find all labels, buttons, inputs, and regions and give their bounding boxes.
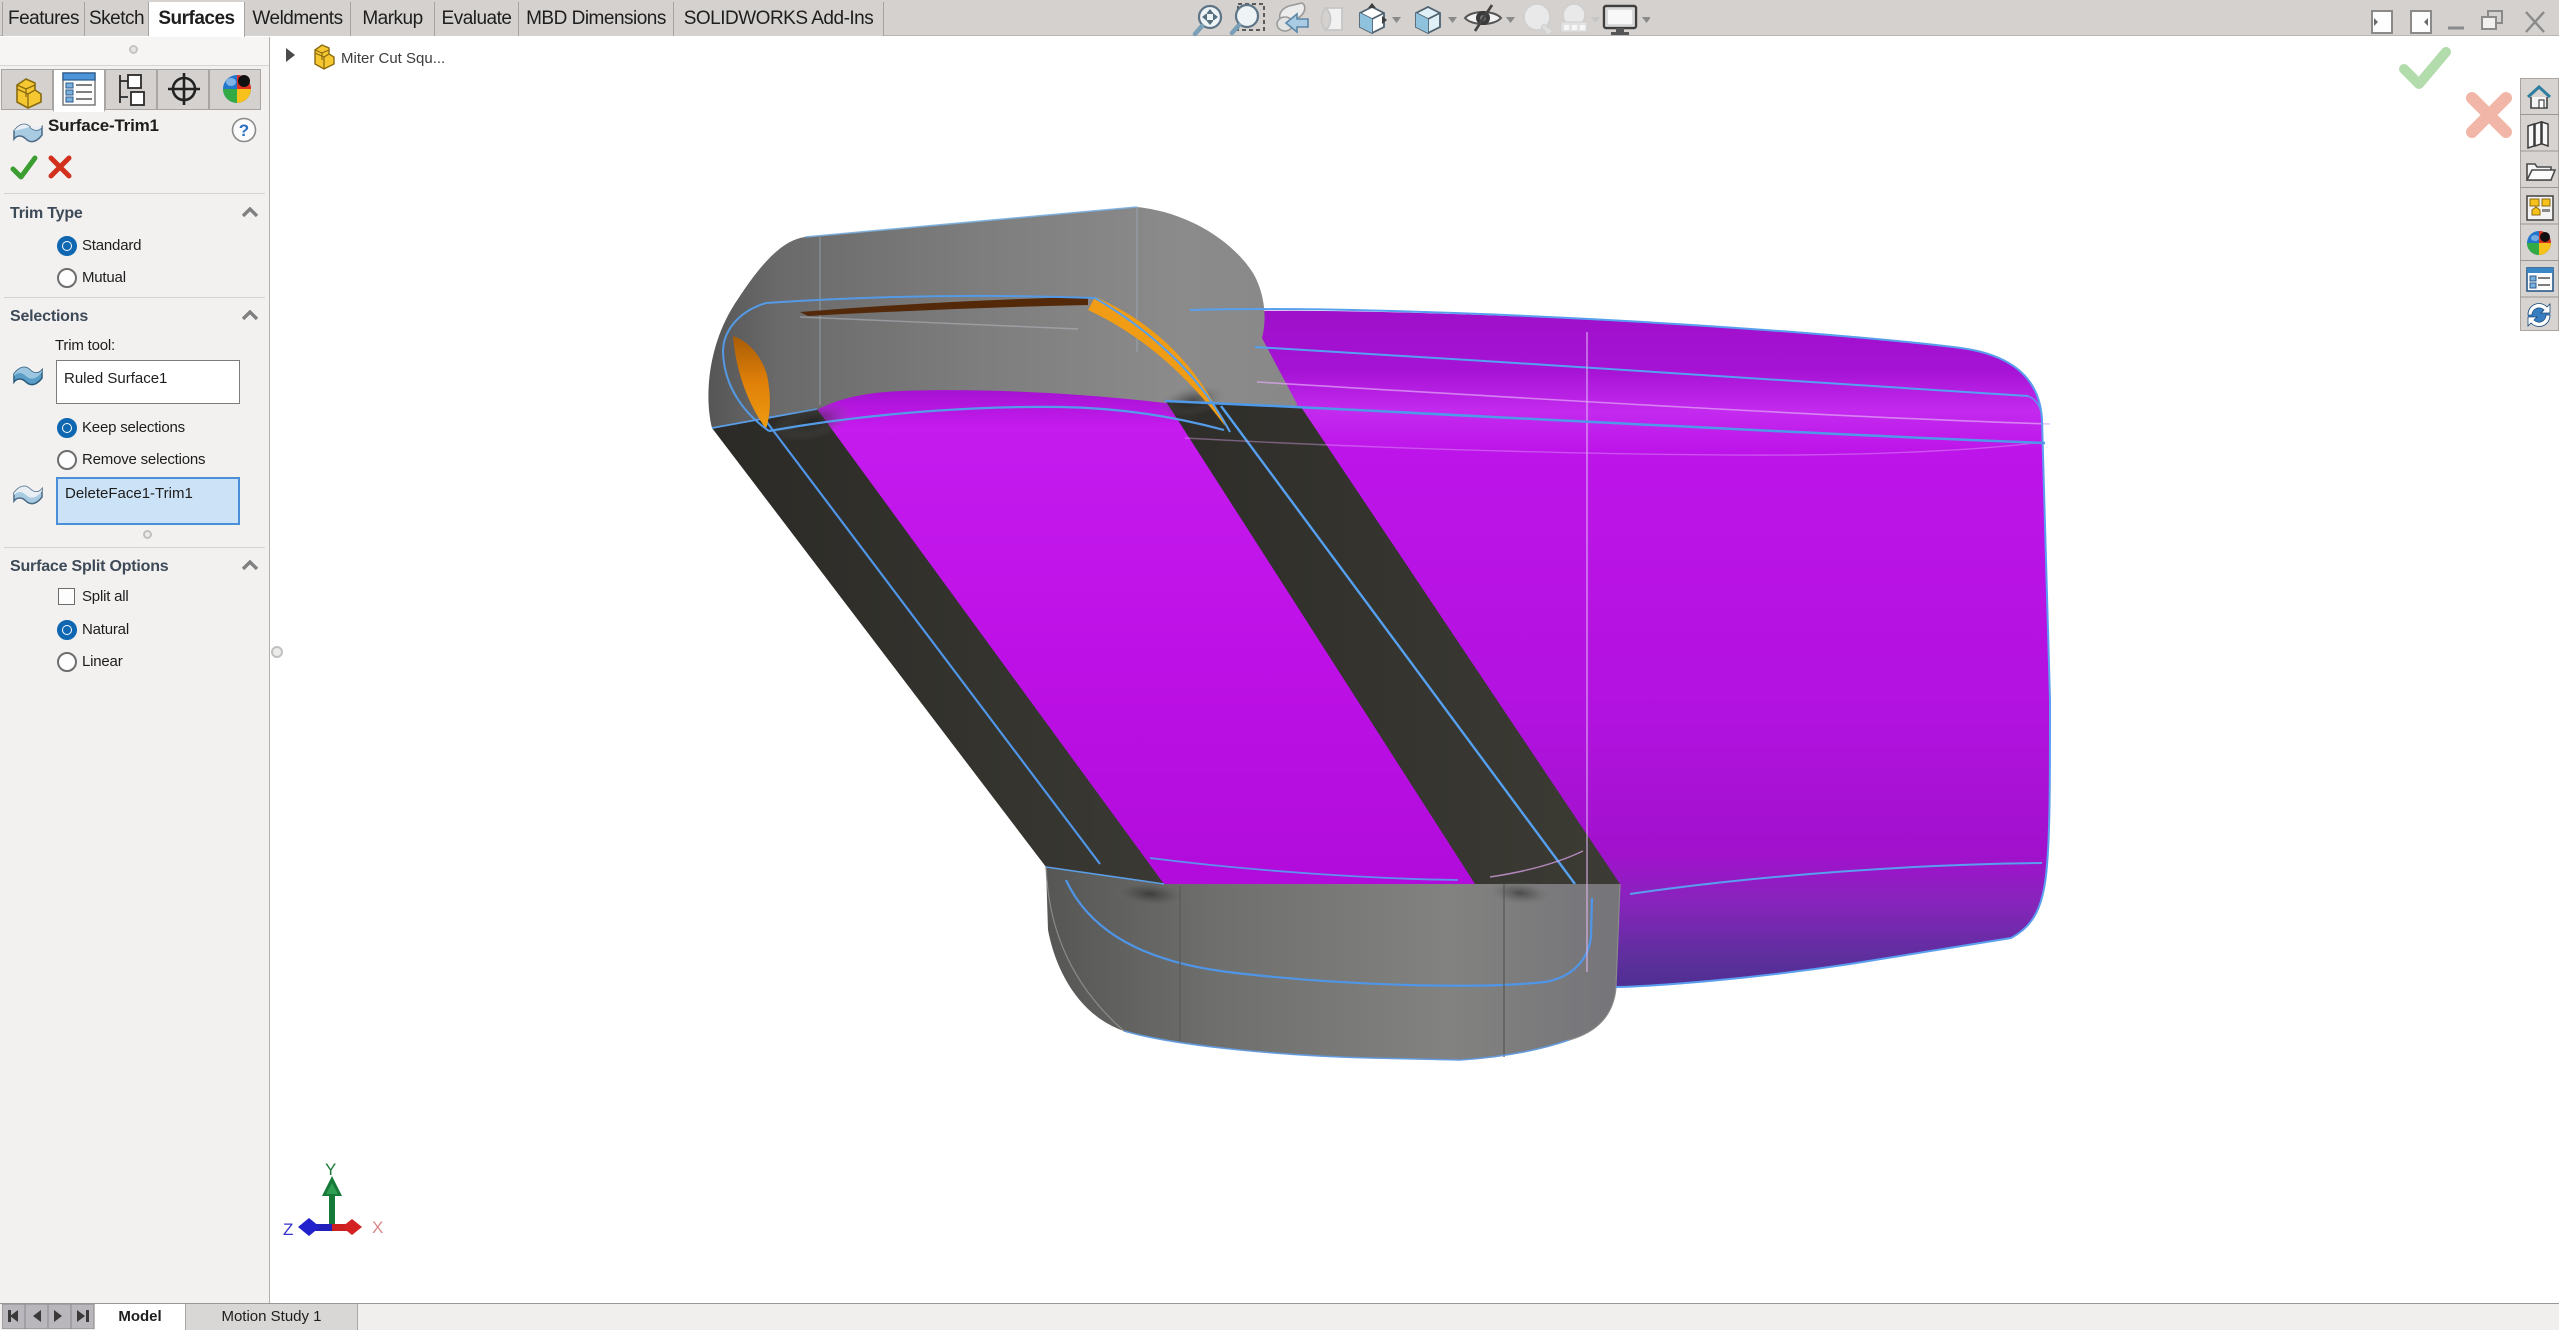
svg-text:?: ? — [239, 121, 249, 140]
svg-text:Miter Cut Squ...: Miter Cut Squ... — [341, 50, 445, 67]
svg-text:X: X — [372, 1218, 383, 1237]
svg-text:Z: Z — [283, 1220, 293, 1239]
svg-text:Y: Y — [325, 1160, 336, 1179]
